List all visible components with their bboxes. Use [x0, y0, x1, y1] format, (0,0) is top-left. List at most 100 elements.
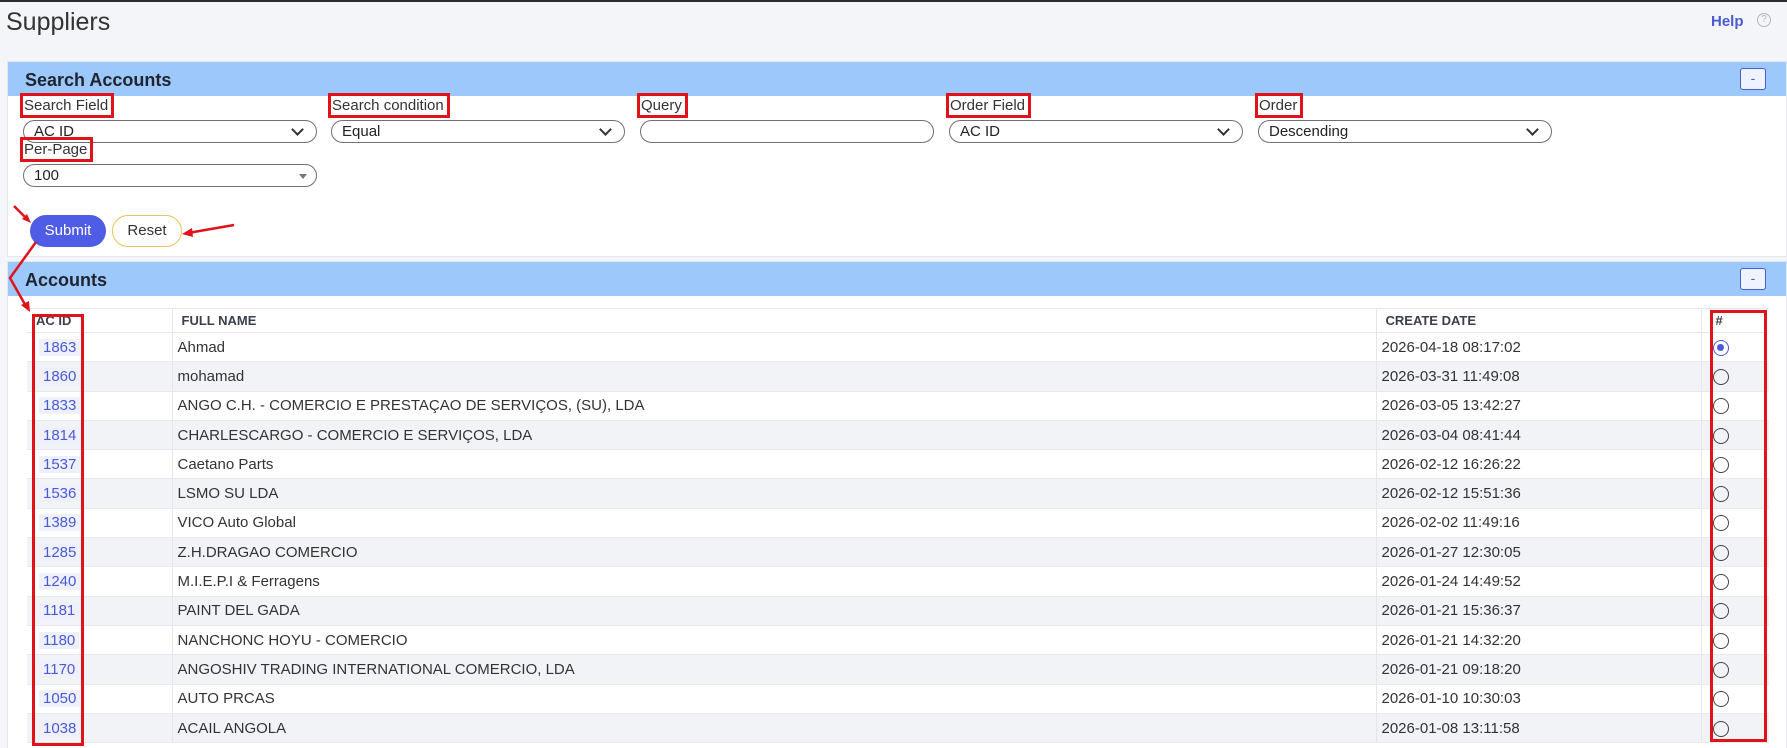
column-header-ac-id[interactable]: AC ID — [27, 308, 173, 333]
search-panel-collapse-button[interactable]: - — [1740, 68, 1766, 90]
create-date-cell: 2026-01-21 09:18:20 — [1376, 654, 1702, 685]
ac-id-cell: 1537 — [27, 449, 173, 480]
help-link[interactable]: Help — [1711, 13, 1744, 30]
accounts-table: AC ID FULL NAME CREATE DATE # 1863 Ahmad 2… — [27, 308, 1769, 744]
create-date-cell: 2026-01-21 15:36:37 — [1376, 596, 1702, 626]
ac-id-link[interactable]: 1180 — [39, 631, 80, 649]
table-row[interactable]: 1170 ANGOSHIV TRADING INTERNATIONAL COMER… — [27, 654, 1769, 685]
help-circle-icon[interactable]: ? — [1757, 13, 1771, 27]
order-value: Descending — [1269, 123, 1349, 140]
row-select-radio[interactable] — [1712, 398, 1729, 415]
row-select-radio[interactable] — [1712, 427, 1729, 444]
table-header-row: AC ID FULL NAME CREATE DATE # — [27, 308, 1769, 333]
table-row[interactable]: 1536 LSMO SU LDA 2026-02-12 15:51:36 — [27, 478, 1769, 509]
full-name-cell: M.I.E.P.I & Ferragens — [172, 566, 1377, 597]
chevron-down-icon — [599, 123, 612, 136]
accounts-panel-collapse-button[interactable]: - — [1740, 268, 1766, 290]
full-name-cell: NANCHONC HOYU - COMERCIO — [172, 625, 1377, 656]
chevron-down-icon — [1217, 123, 1230, 136]
table-row[interactable]: 1833 ANGO C.H. - COMERCIO E PRESTAÇAO DE … — [27, 391, 1769, 421]
select-cell — [1701, 449, 1769, 480]
table-row[interactable]: 1863 Ahmad 2026-04-18 08:17:02 — [27, 332, 1769, 363]
search-condition-select[interactable]: Equal — [331, 120, 625, 143]
select-cell — [1701, 508, 1769, 539]
table-row[interactable]: 1537 Caetano Parts 2026-02-12 16:26:22 — [27, 449, 1769, 480]
per-page-value: 100 — [34, 167, 60, 184]
full-name-cell: PAINT DEL GADA — [172, 596, 1377, 626]
page-header: Suppliers Help ? — [0, 2, 1787, 54]
ac-id-link[interactable]: 1050 — [39, 690, 81, 708]
ac-id-link[interactable]: 1833 — [39, 397, 81, 415]
ac-id-link[interactable]: 1536 — [39, 485, 81, 503]
table-row[interactable]: 1389 VICO Auto Global 2026-02-02 11:49:16 — [27, 508, 1769, 539]
order-field-select[interactable]: AC ID — [949, 120, 1243, 143]
row-select-radio[interactable] — [1712, 515, 1729, 532]
row-select-radio[interactable] — [1712, 720, 1729, 737]
ac-id-link[interactable]: 1389 — [39, 514, 81, 532]
ac-id-cell: 1863 — [27, 332, 173, 363]
ac-id-link[interactable]: 1863 — [39, 338, 81, 356]
select-cell — [1701, 654, 1769, 685]
column-header-full-name[interactable]: FULL NAME — [172, 308, 1377, 333]
search-condition-value: Equal — [342, 123, 381, 140]
create-date-cell: 2026-04-18 08:17:02 — [1376, 332, 1702, 363]
reset-button[interactable]: Reset — [112, 215, 182, 247]
table-row[interactable]: 1038 ACAIL ANGOLA 2026-01-08 13:11:58 — [27, 713, 1769, 744]
create-date-cell: 2026-01-27 12:30:05 — [1376, 537, 1702, 568]
table-row[interactable]: 1181 PAINT DEL GADA 2026-01-21 15:36:37 — [27, 596, 1769, 626]
table-row[interactable]: 1050 AUTO PRCAS 2026-01-10 10:30:03 — [27, 684, 1769, 714]
full-name-cell: ANGOSHIV TRADING INTERNATIONAL COMERCIO,… — [172, 654, 1377, 685]
row-select-radio[interactable] — [1712, 661, 1729, 678]
ac-id-link[interactable]: 1285 — [39, 543, 81, 561]
ac-id-cell: 1833 — [27, 391, 173, 421]
row-select-radio[interactable] — [1712, 486, 1729, 503]
ac-id-link[interactable]: 1170 — [39, 660, 80, 678]
select-cell — [1701, 537, 1769, 568]
row-select-radio[interactable] — [1712, 691, 1729, 708]
query-input[interactable] — [640, 120, 934, 143]
ac-id-link[interactable]: 1814 — [39, 426, 81, 444]
create-date-cell: 2026-02-12 16:26:22 — [1376, 449, 1702, 480]
ac-id-cell: 1860 — [27, 361, 173, 392]
row-select-radio[interactable] — [1712, 603, 1729, 620]
select-cell — [1701, 625, 1769, 656]
full-name-cell: Z.H.DRAGAO COMERCIO — [172, 537, 1377, 568]
column-header-create-date[interactable]: CREATE DATE — [1376, 308, 1702, 333]
select-cell — [1701, 566, 1769, 597]
order-label: Order — [1254, 93, 1304, 118]
accounts-panel: Accounts - AC ID FULL NAME CREATE DATE #… — [7, 261, 1787, 748]
row-select-radio[interactable] — [1712, 368, 1729, 385]
create-date-cell: 2026-01-21 14:32:20 — [1376, 625, 1702, 656]
create-date-cell: 2026-01-08 13:11:58 — [1376, 713, 1702, 744]
table-row[interactable]: 1814 CHARLESCARGO - COMERCIO E SERVIÇOS, … — [27, 420, 1769, 451]
order-select[interactable]: Descending — [1258, 120, 1552, 143]
table-row[interactable]: 1180 NANCHONC HOYU - COMERCIO 2026-01-21 1… — [27, 625, 1769, 656]
ac-id-cell: 1285 — [27, 537, 173, 568]
full-name-cell: VICO Auto Global — [172, 508, 1377, 539]
ac-id-link[interactable]: 1860 — [39, 367, 81, 385]
table-row[interactable]: 1285 Z.H.DRAGAO COMERCIO 2026-01-27 12:30:… — [27, 537, 1769, 568]
ac-id-cell: 1038 — [27, 713, 173, 744]
submit-button[interactable]: Submit — [30, 215, 106, 247]
row-select-radio[interactable] — [1712, 339, 1729, 356]
select-cell — [1701, 478, 1769, 509]
ac-id-link[interactable]: 1038 — [39, 719, 81, 737]
ac-id-link[interactable]: 1240 — [39, 573, 81, 591]
row-select-radio[interactable] — [1712, 456, 1729, 473]
row-select-radio[interactable] — [1712, 574, 1729, 591]
create-date-cell: 2026-01-24 14:49:52 — [1376, 566, 1702, 597]
search-field-value: AC ID — [34, 123, 75, 140]
full-name-cell: Caetano Parts — [172, 449, 1377, 480]
chevron-down-icon — [1526, 123, 1539, 136]
ac-id-link[interactable]: 1181 — [39, 602, 80, 620]
ac-id-cell: 1814 — [27, 420, 173, 451]
select-cell — [1701, 361, 1769, 392]
ac-id-cell: 1240 — [27, 566, 173, 597]
per-page-select[interactable]: 100 — [23, 164, 317, 187]
row-select-radio[interactable] — [1712, 544, 1729, 561]
table-row[interactable]: 1240 M.I.E.P.I & Ferragens 2026-01-24 14:4… — [27, 566, 1769, 597]
row-select-radio[interactable] — [1712, 632, 1729, 649]
query-label: Query — [637, 93, 688, 118]
table-row[interactable]: 1860 mohamad 2026-03-31 11:49:08 — [27, 361, 1769, 392]
ac-id-link[interactable]: 1537 — [39, 455, 81, 473]
